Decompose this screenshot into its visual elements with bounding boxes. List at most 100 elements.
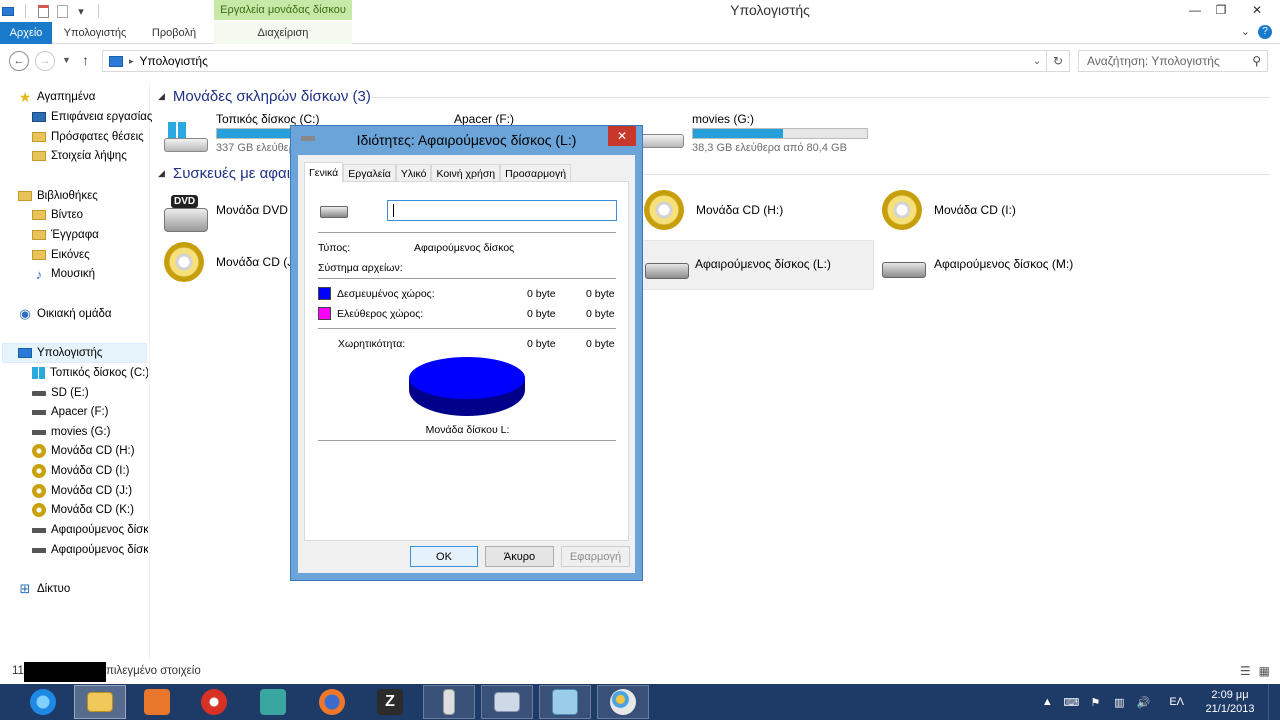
collapse-chevron-icon[interactable]: ◢ [158, 168, 165, 179]
expand-ribbon-icon[interactable]: ⌄ [1241, 25, 1250, 39]
usage-pie-chart [409, 357, 525, 416]
search-placeholder: Αναζήτηση: Υπολογιστής [1087, 54, 1220, 68]
tab-file[interactable]: Αρχείο [0, 22, 52, 44]
properties-icon[interactable] [35, 3, 51, 19]
action-center-icon[interactable]: ⚑ [1087, 694, 1103, 710]
libraries-icon [18, 191, 32, 201]
nav-pictures[interactable]: Εικόνες [32, 245, 90, 265]
new-folder-icon[interactable] [54, 3, 70, 19]
breadcrumb-computer[interactable]: Υπολογιστής [140, 54, 208, 68]
collapse-chevron-icon[interactable]: ◢ [158, 91, 165, 102]
help-icon[interactable]: ? [1258, 25, 1272, 39]
cancel-button[interactable]: Άκυρο [485, 546, 554, 567]
drive-tile-g[interactable]: movies (G:) 38,3 GB ελεύθερα από 80,4 GB [640, 110, 880, 162]
taskbar-app-z[interactable]: Z [364, 685, 416, 719]
nav-cd-i[interactable]: Μονάδα CD (I:) [32, 461, 148, 481]
dvd-drive-tile[interactable]: Μονάδα DVD R [164, 186, 300, 238]
nav-videos[interactable]: Βίντεο [32, 205, 83, 225]
search-icon[interactable]: ⚲ [1252, 54, 1261, 68]
tab-tools[interactable]: Εργαλεία [343, 164, 396, 182]
minimize-button[interactable]: — [1182, 0, 1208, 20]
computer-icon [109, 55, 123, 67]
back-button[interactable]: ← [9, 51, 29, 71]
apply-button[interactable]: Εφαρμογή [561, 546, 630, 567]
tab-computer[interactable]: Υπολογιστής [54, 22, 136, 44]
dialog-close-button[interactable]: ✕ [608, 126, 636, 146]
nav-cd-k[interactable]: Μονάδα CD (K:) [32, 500, 148, 520]
nav-removable-m[interactable]: Αφαιρούμενος δίσκ [32, 540, 148, 560]
capacity-bytes: 0 byte [527, 338, 556, 350]
taskbar-app-box[interactable] [247, 685, 299, 719]
taskbar-office[interactable] [131, 685, 183, 719]
tab-view[interactable]: Προβολή [140, 22, 208, 44]
cd-drive-tile-i[interactable]: Μονάδα CD (I:) [882, 186, 1112, 238]
free-space-label: Ελεύθερος χώρος: [337, 308, 424, 320]
capacity-label: Χωρητικότητα: [338, 338, 406, 350]
refresh-button[interactable]: ↻ [1046, 50, 1070, 72]
drive-icon [32, 390, 46, 396]
taskbar-file-explorer[interactable] [74, 685, 126, 719]
address-bar[interactable]: ▸ Υπολογιστής [102, 50, 1070, 72]
address-dropdown-icon[interactable]: ⌄ [1028, 50, 1046, 72]
taskbar-app-red[interactable] [188, 685, 240, 719]
divider [318, 440, 616, 441]
computer-icon[interactable] [0, 3, 16, 19]
homegroup-icon: ◉ [19, 306, 31, 321]
taskbar-notes-app[interactable] [539, 685, 591, 719]
tab-sharing[interactable]: Κοινή χρήση [431, 164, 501, 182]
removable-drive-tile-m[interactable]: Αφαιρούμενος δίσκος (M:) [882, 240, 1122, 292]
volume-icon[interactable]: 🔊 [1135, 694, 1151, 710]
details-view-icon[interactable]: ☰ [1240, 664, 1251, 678]
removable-drive-tile-l[interactable]: Αφαιρούμενος δίσκος (L:) [642, 240, 874, 290]
tab-hardware[interactable]: Υλικό [395, 164, 432, 182]
nav-homegroup[interactable]: ◉ Οικιακή ομάδα [18, 304, 111, 324]
taskbar-monitor-app[interactable] [481, 685, 533, 719]
large-icons-view-icon[interactable]: ▦ [1259, 664, 1270, 678]
keyboard-icon[interactable]: ⌨ [1063, 694, 1079, 710]
clock[interactable]: 2:09 μμ 21/1/2013 [1200, 688, 1260, 716]
nav-drive-f[interactable]: Apacer (F:) [32, 402, 148, 422]
group-removable[interactable]: ◢ Συσκευές με αφαιρ [158, 165, 299, 182]
nav-cd-j[interactable]: Μονάδα CD (J:) [32, 481, 148, 501]
nav-music[interactable]: ♪ Μουσική [32, 264, 95, 284]
nav-recent[interactable]: Πρόσφατες θέσεις [32, 127, 144, 147]
taskbar-phone-app[interactable] [423, 685, 475, 719]
nav-desktop[interactable]: Επιφάνεια εργασίας [32, 107, 152, 127]
nav-network[interactable]: ⊞ Δίκτυο [18, 579, 71, 599]
breadcrumb-chevron-icon[interactable]: ▸ [129, 56, 134, 67]
tab-manage[interactable]: Διαχείριση [214, 22, 352, 44]
recent-locations-icon[interactable]: ▼ [62, 55, 71, 65]
volume-name-input[interactable] [387, 200, 617, 221]
nav-libraries[interactable]: Βιβλιοθήκες [18, 186, 98, 206]
tab-general[interactable]: Γενικά [304, 162, 344, 182]
nav-drive-c[interactable]: Τοπικός δίσκος (C:) [32, 363, 148, 383]
nav-documents[interactable]: Έγγραφα [32, 225, 99, 245]
cd-icon [882, 190, 922, 230]
show-desktop-button[interactable] [1268, 684, 1280, 720]
taskbar-paint-app[interactable] [597, 685, 649, 719]
nav-removable-l[interactable]: Αφαιρούμενος δίσκ [32, 520, 148, 540]
nav-drive-g[interactable]: movies (G:) [32, 422, 148, 442]
cd-drive-tile-h[interactable]: Μονάδα CD (H:) [644, 186, 874, 238]
cd-drive-tile-j[interactable]: Μονάδα CD (J: [164, 238, 297, 290]
restore-button[interactable]: ❐ [1208, 0, 1234, 20]
show-hidden-icons-icon[interactable]: ▲ [1039, 694, 1055, 710]
close-button[interactable]: ✕ [1234, 0, 1280, 20]
nav-cd-h[interactable]: Μονάδα CD (H:) [32, 441, 148, 461]
ok-button[interactable]: OK [410, 546, 478, 567]
taskbar-firefox[interactable] [306, 685, 358, 719]
nav-downloads[interactable]: Στοιχεία λήψης [32, 146, 127, 166]
taskbar-internet-explorer[interactable] [17, 685, 69, 719]
nav-favorites[interactable]: ★ Αγαπημένα [18, 87, 96, 107]
nav-drive-e[interactable]: SD (E:) [32, 383, 148, 403]
ribbon-tabs: Αρχείο Υπολογιστής Προβολή Διαχείριση ⌄ … [0, 22, 1280, 44]
nav-computer[interactable]: Υπολογιστής [2, 343, 147, 363]
network-tray-icon[interactable]: ▥ [1111, 694, 1127, 710]
tab-customize[interactable]: Προσαρμογή [500, 164, 572, 182]
input-language[interactable]: ΕΛ [1169, 696, 1184, 708]
forward-button[interactable]: → [35, 51, 55, 71]
search-input[interactable]: Αναζήτηση: Υπολογιστής ⚲ [1078, 50, 1268, 72]
customize-qat-icon[interactable]: ▾ [73, 3, 89, 19]
group-hard-drives[interactable]: ◢ Μονάδες σκληρών δίσκων (3) [158, 88, 371, 105]
up-button[interactable]: ↑ [82, 52, 89, 68]
